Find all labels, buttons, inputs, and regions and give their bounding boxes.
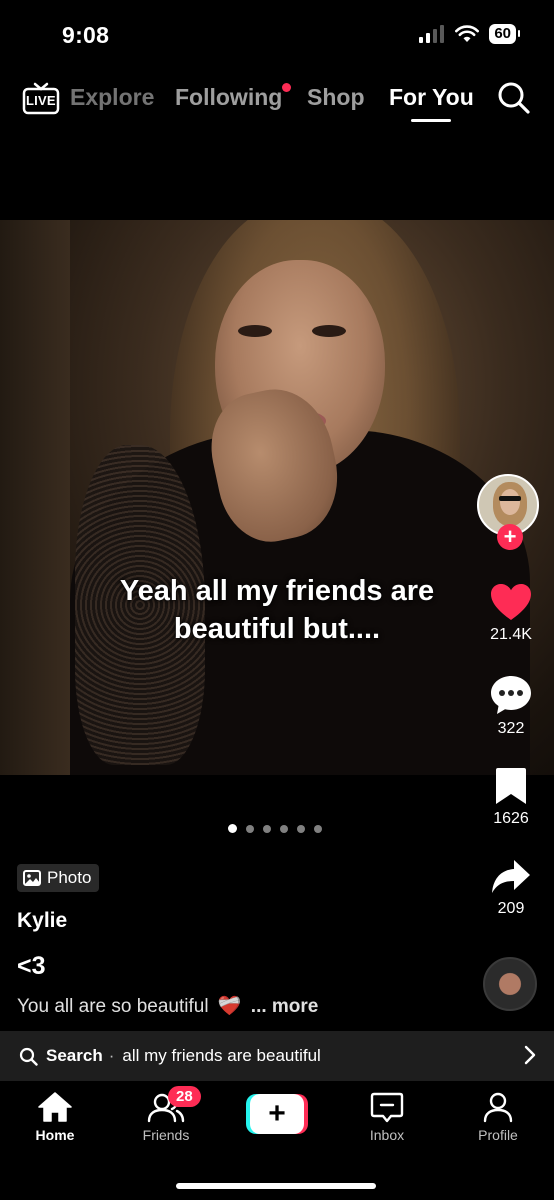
- carousel-dot[interactable]: [280, 824, 288, 833]
- nav-inbox[interactable]: Inbox: [342, 1091, 432, 1143]
- like-button[interactable]: 21.4K: [471, 582, 551, 644]
- battery-indicator: 60: [489, 24, 520, 44]
- creator-avatar-button[interactable]: +: [477, 474, 543, 550]
- comment-button[interactable]: 322: [471, 674, 551, 738]
- search-icon: [19, 1047, 38, 1066]
- photo-subject-eye: [238, 325, 272, 337]
- friends-count-badge: 28: [168, 1086, 201, 1107]
- share-count: 209: [497, 900, 525, 917]
- following-notification-dot: [282, 83, 291, 92]
- tab-following[interactable]: Following: [175, 84, 282, 111]
- like-count: 21.4K: [490, 626, 532, 643]
- home-icon: [38, 1092, 72, 1122]
- save-count: 1626: [493, 810, 529, 827]
- photo-background: [0, 220, 70, 775]
- share-button[interactable]: 209: [471, 858, 551, 918]
- status-icons: 60: [419, 24, 520, 44]
- avatar-face: [500, 489, 520, 515]
- carousel-dot[interactable]: [297, 824, 305, 833]
- save-button[interactable]: 1626: [471, 766, 551, 828]
- carousel-dot[interactable]: [263, 824, 271, 833]
- comment-bubble-icon: [491, 676, 531, 714]
- bookmark-icon: [496, 768, 526, 804]
- nav-home-label: Home: [35, 1127, 75, 1143]
- carousel-dot[interactable]: [228, 824, 237, 833]
- status-time: 9:08: [62, 22, 110, 48]
- search-icon: [498, 82, 530, 114]
- live-label: LIVE: [26, 93, 56, 108]
- photo-type-badge: Photo: [17, 864, 100, 892]
- description-text: You all are so beautiful: [17, 996, 209, 1017]
- search-button[interactable]: [496, 80, 532, 121]
- more-link[interactable]: ... more: [251, 996, 319, 1017]
- live-button[interactable]: LIVE: [22, 82, 60, 121]
- sound-disc-button[interactable]: [483, 957, 537, 1011]
- photo-subject-eye: [312, 325, 346, 337]
- inbox-icon: [370, 1092, 404, 1123]
- search-separator: ·: [108, 1046, 115, 1065]
- avatar-sunglasses: [499, 496, 521, 501]
- comment-count: 322: [497, 720, 525, 737]
- image-icon: [23, 870, 41, 886]
- tab-explore[interactable]: Explore: [70, 84, 154, 111]
- nav-profile[interactable]: Profile: [453, 1091, 543, 1143]
- mending-heart-emoji: ❤️‍🩹: [217, 996, 242, 1017]
- share-arrow-icon: [492, 860, 530, 893]
- nav-home[interactable]: Home: [10, 1091, 100, 1143]
- wifi-icon: [455, 25, 480, 42]
- plus-icon: +: [250, 1094, 304, 1134]
- photo-badge-label: Photo: [47, 868, 92, 887]
- post-description[interactable]: You all are so beautiful ❤️‍🩹 ... more: [17, 994, 318, 1018]
- cellular-signal-icon: [419, 25, 445, 43]
- heart-icon: [491, 584, 531, 620]
- active-tab-indicator: [411, 119, 451, 122]
- profile-icon: [483, 1092, 513, 1123]
- follow-plus-button[interactable]: +: [497, 524, 523, 550]
- tab-shop[interactable]: Shop: [307, 84, 365, 111]
- carousel-dot[interactable]: [314, 824, 322, 833]
- search-suggestion-bar[interactable]: Search · all my friends are beautiful: [0, 1031, 554, 1081]
- nav-inbox-label: Inbox: [369, 1127, 405, 1143]
- home-indicator: [176, 1183, 376, 1189]
- nav-profile-label: Profile: [478, 1127, 518, 1143]
- photo-carousel-dots: [228, 824, 322, 833]
- creator-username[interactable]: Kylie: [17, 909, 67, 933]
- search-suggestion-label: Search: [46, 1046, 103, 1065]
- create-post-button[interactable]: +: [246, 1094, 308, 1134]
- post-title: <3: [17, 952, 46, 980]
- chevron-right-icon: [524, 1045, 536, 1065]
- nav-friends-label: Friends: [142, 1127, 190, 1143]
- tab-for-you[interactable]: For You: [389, 84, 474, 111]
- carousel-dot[interactable]: [246, 824, 254, 833]
- search-suggestion-query: all my friends are beautiful: [122, 1046, 321, 1065]
